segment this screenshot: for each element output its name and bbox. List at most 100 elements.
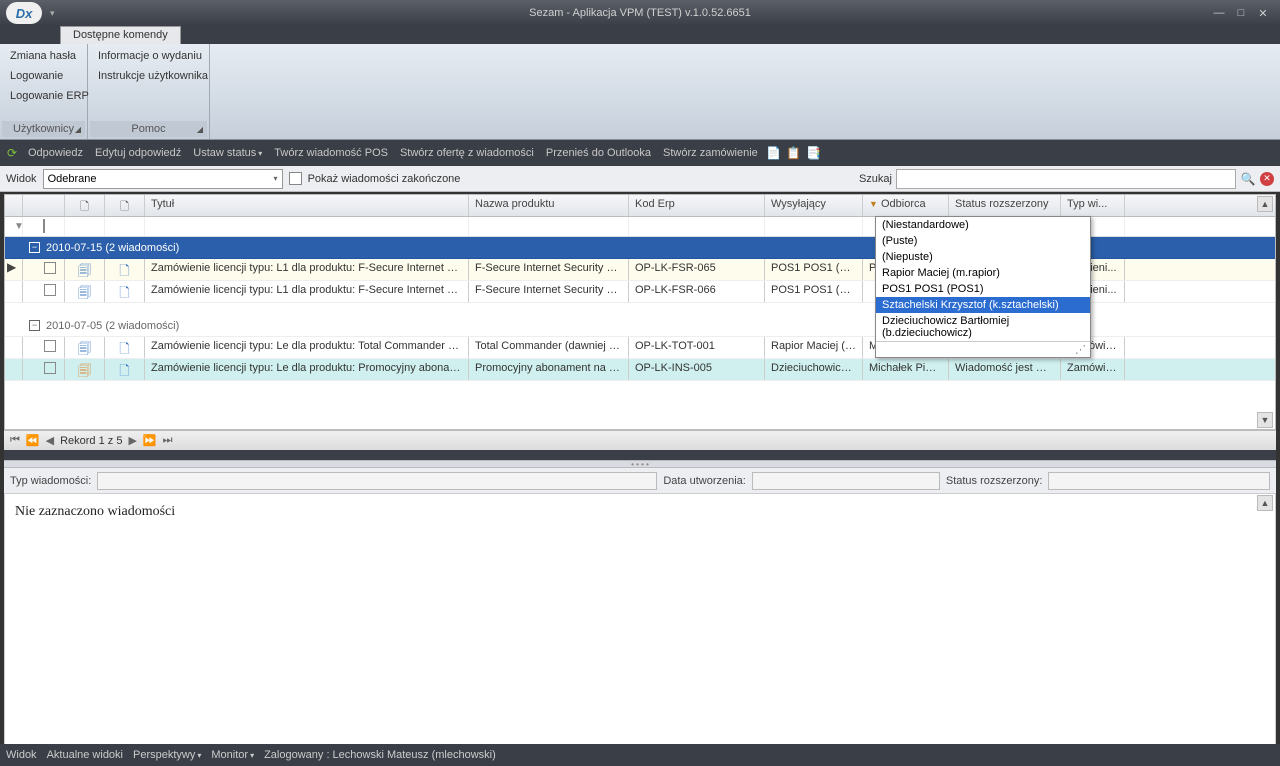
maximize-button[interactable]: □ xyxy=(1234,6,1248,20)
view-bar: Widok Odebrane▾ Pokaż wiadomości zakończ… xyxy=(0,166,1280,192)
export-icon[interactable]: 📄 xyxy=(766,145,782,161)
ribbon-logowanie-erp[interactable]: Logowanie ERP xyxy=(2,86,85,106)
clear-search-icon[interactable]: ✕ xyxy=(1260,172,1274,186)
dd-empty[interactable]: (Puste) xyxy=(876,233,1090,249)
ribbon-zmiana-hasla[interactable]: Zmiana hasła xyxy=(2,46,85,66)
widok-label: Widok xyxy=(6,173,37,185)
splitter[interactable]: • • • • xyxy=(4,460,1276,468)
dark-strip xyxy=(4,450,1276,460)
row-checkbox[interactable] xyxy=(44,340,56,352)
filter-icon: ▼ xyxy=(869,199,878,209)
page-icon: 🗋 xyxy=(120,201,129,213)
doc-icon: 🗐 xyxy=(78,341,91,356)
ribbon-tab-commands[interactable]: Dostępne komendy xyxy=(60,26,181,44)
toolbar: ⟳ Odpowiedz Edytuj odpowiedź Ustaw statu… xyxy=(0,140,1280,166)
page-icon: 🗋 xyxy=(119,285,129,300)
page-last[interactable]: ⏭ xyxy=(163,434,173,447)
preview-pane: Nie zaznaczono wiadomości ▲ ▼ xyxy=(4,494,1276,762)
page-prev-all[interactable]: ⏪ xyxy=(26,434,40,447)
close-button[interactable]: ✕ xyxy=(1256,6,1270,20)
col-attach2[interactable]: 🗋 xyxy=(105,195,145,216)
app-logo: Dx xyxy=(6,2,42,24)
col-typ[interactable]: Typ wi... xyxy=(1061,195,1125,216)
tool-przenies[interactable]: Przenieś do Outlooka xyxy=(542,145,655,161)
col-wys[interactable]: Wysyłający xyxy=(765,195,863,216)
window-title: Sezam - Aplikacja VPM (TEST) v.1.0.52.66… xyxy=(529,7,751,19)
pokaz-checkbox[interactable] xyxy=(289,172,302,185)
doc-icon: 🗐 xyxy=(78,263,91,278)
col-odb[interactable]: ▼ Odbiorca xyxy=(863,195,949,216)
scroll-down[interactable]: ▼ xyxy=(1257,412,1273,428)
paste-icon[interactable]: 📑 xyxy=(806,145,822,161)
dd-pos1[interactable]: POS1 POS1 (POS1) xyxy=(876,281,1090,297)
col-selector[interactable] xyxy=(5,195,23,216)
page-first[interactable]: ⏮ xyxy=(10,434,20,447)
page-next[interactable]: ▶ xyxy=(128,434,136,447)
title-dropdown-icon[interactable]: ▾ xyxy=(50,8,55,19)
expand-icon[interactable]: ◢ xyxy=(197,125,203,134)
row-checkbox[interactable] xyxy=(44,262,56,274)
tool-odpowiedz[interactable]: Odpowiedz xyxy=(24,145,87,161)
ribbon-informacje[interactable]: Informacje o wydaniu xyxy=(90,46,207,66)
dd-sztachelski[interactable]: Sztachelski Krzysztof (k.sztachelski) xyxy=(876,297,1090,313)
data-grid: 🗋 🗋 Tytuł Nazwa produktu Kod Erp Wysyłaj… xyxy=(4,194,1276,430)
tool-edytuj[interactable]: Edytuj odpowiedź xyxy=(91,145,185,161)
sb-zalogowany: Zalogowany : Lechowski Mateusz (mlechows… xyxy=(264,749,496,761)
ribbon-logowanie[interactable]: Logowanie xyxy=(2,66,85,86)
tool-stworz-zamowienie[interactable]: Stwórz zamówienie xyxy=(659,145,762,161)
col-prod[interactable]: Nazwa produktu xyxy=(469,195,629,216)
page-icon: 🗋 xyxy=(119,363,129,378)
sb-monitor[interactable]: Monitor ▾ xyxy=(211,749,254,761)
pokaz-label: Pokaż wiadomości zakończone xyxy=(308,173,461,185)
row-checkbox[interactable] xyxy=(44,362,56,374)
expand-icon[interactable]: ◢ xyxy=(75,125,81,134)
sb-perspektywy[interactable]: Perspektywy ▾ xyxy=(133,749,201,761)
refresh-icon[interactable]: ⟳ xyxy=(4,145,20,161)
ribbon: Zmiana hasła Logowanie Logowanie ERP Uży… xyxy=(0,44,1280,140)
dd-rapior[interactable]: Rapior Maciej (m.rapior) xyxy=(876,265,1090,281)
page-icon: 🗋 xyxy=(119,263,129,278)
collapse-icon[interactable]: − xyxy=(29,242,40,253)
collapse-icon[interactable]: − xyxy=(29,320,40,331)
col-erp[interactable]: Kod Erp xyxy=(629,195,765,216)
ribbon-tabstrip: Dostępne komendy xyxy=(0,26,1280,44)
search-icon[interactable]: 🔍 xyxy=(1240,171,1256,187)
filter-checkbox[interactable] xyxy=(43,219,45,233)
page-next-all[interactable]: ⏩ xyxy=(143,434,157,447)
dd-nonempty[interactable]: (Niepuste) xyxy=(876,249,1090,265)
copy-icon[interactable]: 📋 xyxy=(786,145,802,161)
title-bar: Dx ▾ Sezam - Aplikacja VPM (TEST) v.1.0.… xyxy=(0,0,1280,26)
scroll-up[interactable]: ▲ xyxy=(1257,196,1273,212)
funnel-icon[interactable]: ▼ xyxy=(14,221,23,232)
status-bar: Widok Aktualne widoki Perspektywy ▾ Moni… xyxy=(0,744,1280,766)
tool-ustaw-status[interactable]: Ustaw status ▾ xyxy=(189,145,266,161)
widok-select[interactable]: Odebrane▾ xyxy=(43,169,283,189)
dd-nonstandard[interactable]: (Niestandardowe) xyxy=(876,217,1090,233)
sb-widok[interactable]: Widok xyxy=(6,749,37,761)
tool-stworz-oferte[interactable]: Stwórz ofertę z wiadomości xyxy=(396,145,538,161)
page-icon: 🗋 xyxy=(80,201,89,213)
detail-bar: Typ wiadomości: Data utworzenia: Status … xyxy=(4,468,1276,494)
row-checkbox[interactable] xyxy=(44,284,56,296)
col-checkbox[interactable] xyxy=(23,195,65,216)
dd-dzieciuchowicz[interactable]: Dzieciuchowicz Bartłomiej (b.dzieciuchow… xyxy=(876,313,1090,341)
szukaj-label: Szukaj xyxy=(859,173,892,185)
ribbon-group-users: Użytkownicy◢ xyxy=(2,121,85,137)
table-row[interactable]: 🗐 🗋 Zamówienie licencji typu: Le dla pro… xyxy=(5,359,1275,381)
resize-grip-icon[interactable]: ⋰ xyxy=(1075,343,1086,356)
ribbon-instrukcje[interactable]: Instrukcje użytkownika xyxy=(90,66,207,86)
scroll-up[interactable]: ▲ xyxy=(1257,495,1273,511)
minimize-button[interactable]: — xyxy=(1212,6,1226,20)
no-selection-msg: Nie zaznaczono wiadomości xyxy=(15,504,1265,520)
page-prev[interactable]: ◀ xyxy=(46,434,54,447)
current-row-icon: ▶ xyxy=(7,260,16,274)
search-input[interactable] xyxy=(896,169,1236,189)
col-stat[interactable]: Status rozszerzony xyxy=(949,195,1061,216)
filter-dropdown: (Niestandardowe) (Puste) (Niepuste) Rapi… xyxy=(875,216,1091,358)
tool-tworz-pos[interactable]: Twórz wiadomość POS xyxy=(270,145,392,161)
detail-typ-label: Typ wiadomości: xyxy=(10,475,91,487)
pager-label: Rekord 1 z 5 xyxy=(60,435,122,447)
col-tytul[interactable]: Tytuł xyxy=(145,195,469,216)
sb-aktualne[interactable]: Aktualne widoki xyxy=(47,749,123,761)
col-attach1[interactable]: 🗋 xyxy=(65,195,105,216)
